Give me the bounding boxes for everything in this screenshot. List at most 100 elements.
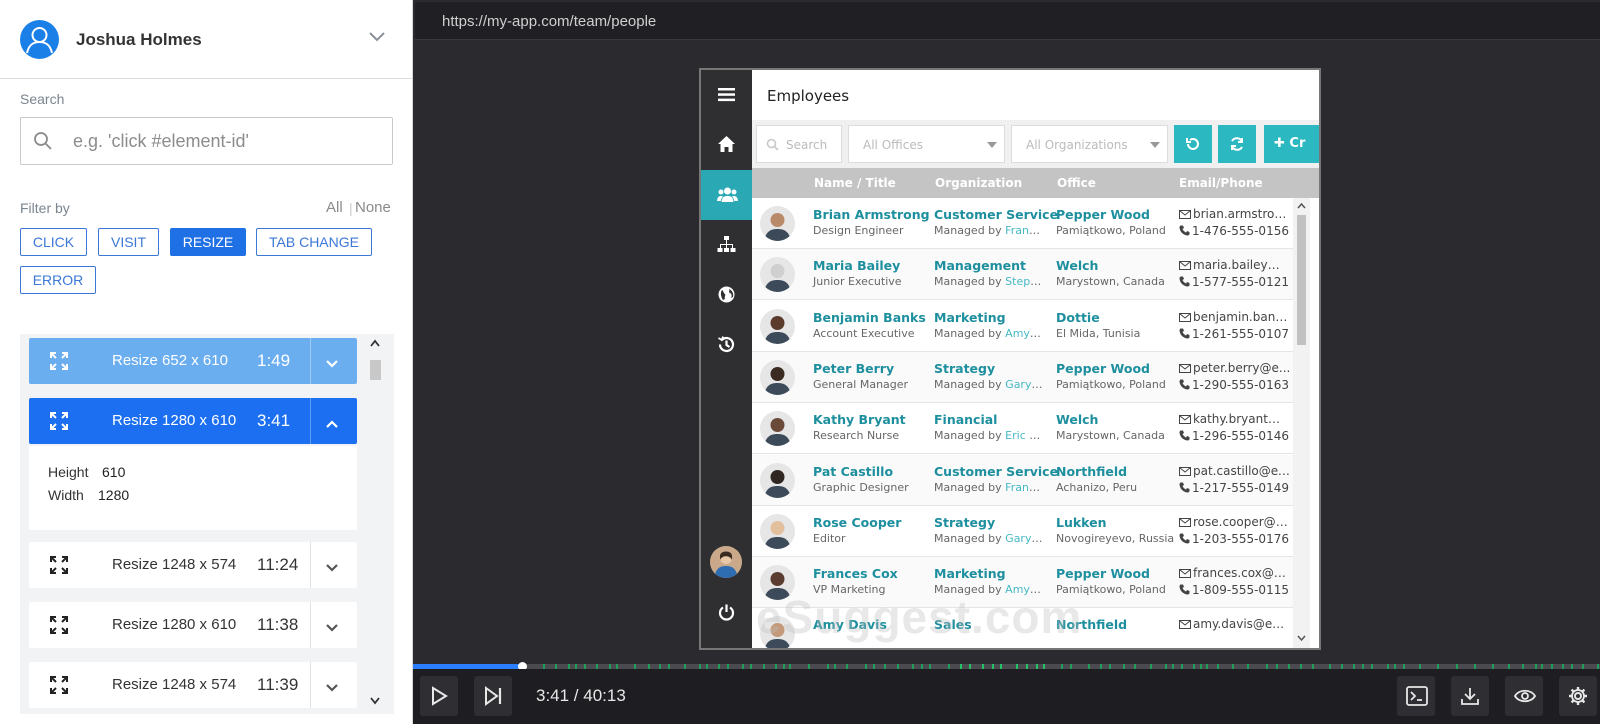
chevron-down-icon[interactable]: [325, 620, 339, 638]
chevron-down-icon[interactable]: [325, 356, 339, 374]
table-row[interactable]: Benjamin Banks Account Executive Marketing…: [752, 300, 1293, 352]
employee-organization[interactable]: Marketing: [934, 310, 1006, 325]
employee-office[interactable]: Northfield: [1056, 464, 1127, 479]
column-header[interactable]: Organization: [935, 176, 1022, 190]
menu-icon[interactable]: [701, 70, 752, 120]
scrollbar-thumb[interactable]: [370, 360, 381, 380]
scroll-up-icon[interactable]: [1296, 202, 1307, 210]
people-icon[interactable]: [701, 170, 752, 220]
power-icon[interactable]: [701, 588, 752, 638]
employee-office[interactable]: Pepper Wood: [1056, 566, 1150, 581]
employee-organization[interactable]: Strategy: [934, 515, 995, 530]
employee-organization[interactable]: Management: [934, 258, 1026, 273]
table-row[interactable]: Frances Cox VP Marketing Marketing Managed …: [752, 557, 1293, 609]
employee-office[interactable]: Dottie: [1056, 310, 1100, 325]
employee-name[interactable]: Maria Bailey: [813, 258, 900, 273]
employee-phone[interactable]: 1-203-555-0176: [1179, 532, 1289, 546]
column-header[interactable]: Office: [1057, 176, 1096, 190]
employee-email[interactable]: frances.cox@e...: [1179, 566, 1291, 580]
employee-name[interactable]: Kathy Bryant: [813, 412, 906, 427]
filter-none-link[interactable]: None: [355, 199, 391, 216]
employee-phone[interactable]: 1-261-555-0107: [1179, 327, 1289, 341]
filter-chip-error[interactable]: ERROR: [20, 266, 96, 294]
manager-name[interactable]: Gary R...: [1005, 532, 1044, 545]
employee-phone[interactable]: 1-809-555-0115: [1179, 583, 1289, 597]
table-row[interactable]: Pat Castillo Graphic Designer Customer Ser…: [752, 454, 1293, 506]
play-button[interactable]: [420, 676, 458, 716]
filter-chip-tab-change[interactable]: TAB CHANGE: [256, 228, 372, 256]
event-item[interactable]: Resize 1248 x 574 11:24: [29, 542, 357, 588]
refresh-button[interactable]: [1218, 125, 1256, 163]
scroll-down-icon[interactable]: [369, 696, 381, 706]
filter-chip-resize[interactable]: RESIZE: [170, 228, 246, 256]
undo-button[interactable]: [1174, 125, 1212, 163]
employee-email[interactable]: amy.davis@ext...: [1179, 617, 1291, 631]
employee-name[interactable]: Peter Berry: [813, 361, 894, 376]
table-row[interactable]: Amy Davis Sales Northfield amy.davis@ext...: [752, 608, 1293, 648]
table-row[interactable]: Rose Cooper Editor Strategy Managed by Gary…: [752, 505, 1293, 557]
employee-email[interactable]: pat.castillo@ex...: [1179, 464, 1291, 478]
scroll-up-icon[interactable]: [369, 338, 381, 348]
employee-organization[interactable]: Strategy: [934, 361, 995, 376]
console-button[interactable]: [1397, 676, 1435, 716]
table-row[interactable]: Brian Armstrong Design Engineer Customer S…: [752, 198, 1293, 249]
create-button[interactable]: ✚ Cr: [1264, 125, 1319, 163]
employee-email[interactable]: brian.armstron...: [1179, 207, 1291, 221]
employee-name[interactable]: Rose Cooper: [813, 515, 901, 530]
employee-office[interactable]: Pepper Wood: [1056, 207, 1150, 222]
employee-email[interactable]: kathy.bryant@...: [1179, 412, 1291, 426]
scrollbar-thumb[interactable]: [1297, 215, 1306, 345]
employee-organization[interactable]: Marketing: [934, 566, 1006, 581]
employee-name[interactable]: Brian Armstrong: [813, 207, 930, 222]
chevron-down-icon[interactable]: [325, 560, 339, 578]
employee-organization[interactable]: Customer Service: [934, 207, 1058, 222]
event-list-scrollbar[interactable]: [365, 334, 385, 714]
employee-search-input[interactable]: Search: [756, 125, 842, 163]
employee-office[interactable]: Northfield: [1056, 617, 1127, 632]
table-row[interactable]: Kathy Bryant Research Nurse Financial Manag…: [752, 403, 1293, 455]
employee-phone[interactable]: 1-476-555-0156: [1179, 224, 1289, 238]
chevron-up-icon[interactable]: [325, 416, 339, 434]
employee-phone[interactable]: 1-290-555-0163: [1179, 378, 1289, 392]
table-row[interactable]: Maria Bailey Junior Executive Management Ma…: [752, 249, 1293, 301]
manager-name[interactable]: Gary R...: [1005, 378, 1044, 391]
column-header[interactable]: Name / Title: [814, 176, 896, 190]
employee-email[interactable]: peter.berry@e...: [1179, 361, 1291, 375]
home-icon[interactable]: [701, 120, 752, 170]
offices-select[interactable]: All Offices: [848, 125, 1005, 163]
employee-email[interactable]: maria.bailey@...: [1179, 258, 1291, 272]
manager-name[interactable]: Amy D...: [1005, 327, 1044, 340]
employee-phone[interactable]: 1-217-555-0149: [1179, 481, 1289, 495]
employee-name[interactable]: Pat Castillo: [813, 464, 893, 479]
settings-button[interactable]: [1559, 676, 1597, 716]
event-item-selected[interactable]: Resize 1280 x 610 3:41: [29, 398, 357, 444]
employee-organization[interactable]: Customer Service: [934, 464, 1058, 479]
employee-organization[interactable]: Sales: [934, 617, 972, 632]
employee-office[interactable]: Welch: [1056, 412, 1098, 427]
current-user-avatar[interactable]: [710, 546, 742, 578]
history-icon[interactable]: [701, 320, 752, 370]
search-input[interactable]: [73, 130, 373, 152]
visibility-button[interactable]: [1505, 676, 1543, 716]
manager-name[interactable]: Eric W...: [1005, 429, 1044, 442]
filter-chip-click[interactable]: CLICK: [20, 228, 87, 256]
table-row[interactable]: Peter Berry General Manager Strategy Manage…: [752, 351, 1293, 403]
column-header[interactable]: Email/Phone: [1179, 176, 1263, 190]
employee-office[interactable]: Lukken: [1056, 515, 1107, 530]
event-item[interactable]: Resize 1248 x 574 11:39: [29, 662, 357, 708]
globe-icon[interactable]: [701, 270, 752, 320]
employee-office[interactable]: Pepper Wood: [1056, 361, 1150, 376]
employee-office[interactable]: Welch: [1056, 258, 1098, 273]
user-header[interactable]: Joshua Holmes: [0, 0, 412, 79]
employee-name[interactable]: Frances Cox: [813, 566, 898, 581]
employee-phone[interactable]: 1-577-555-0121: [1179, 275, 1289, 289]
employee-phone[interactable]: 1-296-555-0146: [1179, 429, 1289, 443]
filter-all-link[interactable]: All: [326, 199, 343, 216]
download-button[interactable]: [1451, 676, 1489, 716]
skip-next-button[interactable]: [474, 676, 512, 716]
scroll-down-icon[interactable]: [1296, 634, 1307, 642]
search-box[interactable]: [20, 117, 393, 165]
chevron-down-icon[interactable]: [325, 680, 339, 698]
organizations-select[interactable]: All Organizations: [1011, 125, 1168, 163]
manager-name[interactable]: Amy D...: [1005, 583, 1044, 596]
